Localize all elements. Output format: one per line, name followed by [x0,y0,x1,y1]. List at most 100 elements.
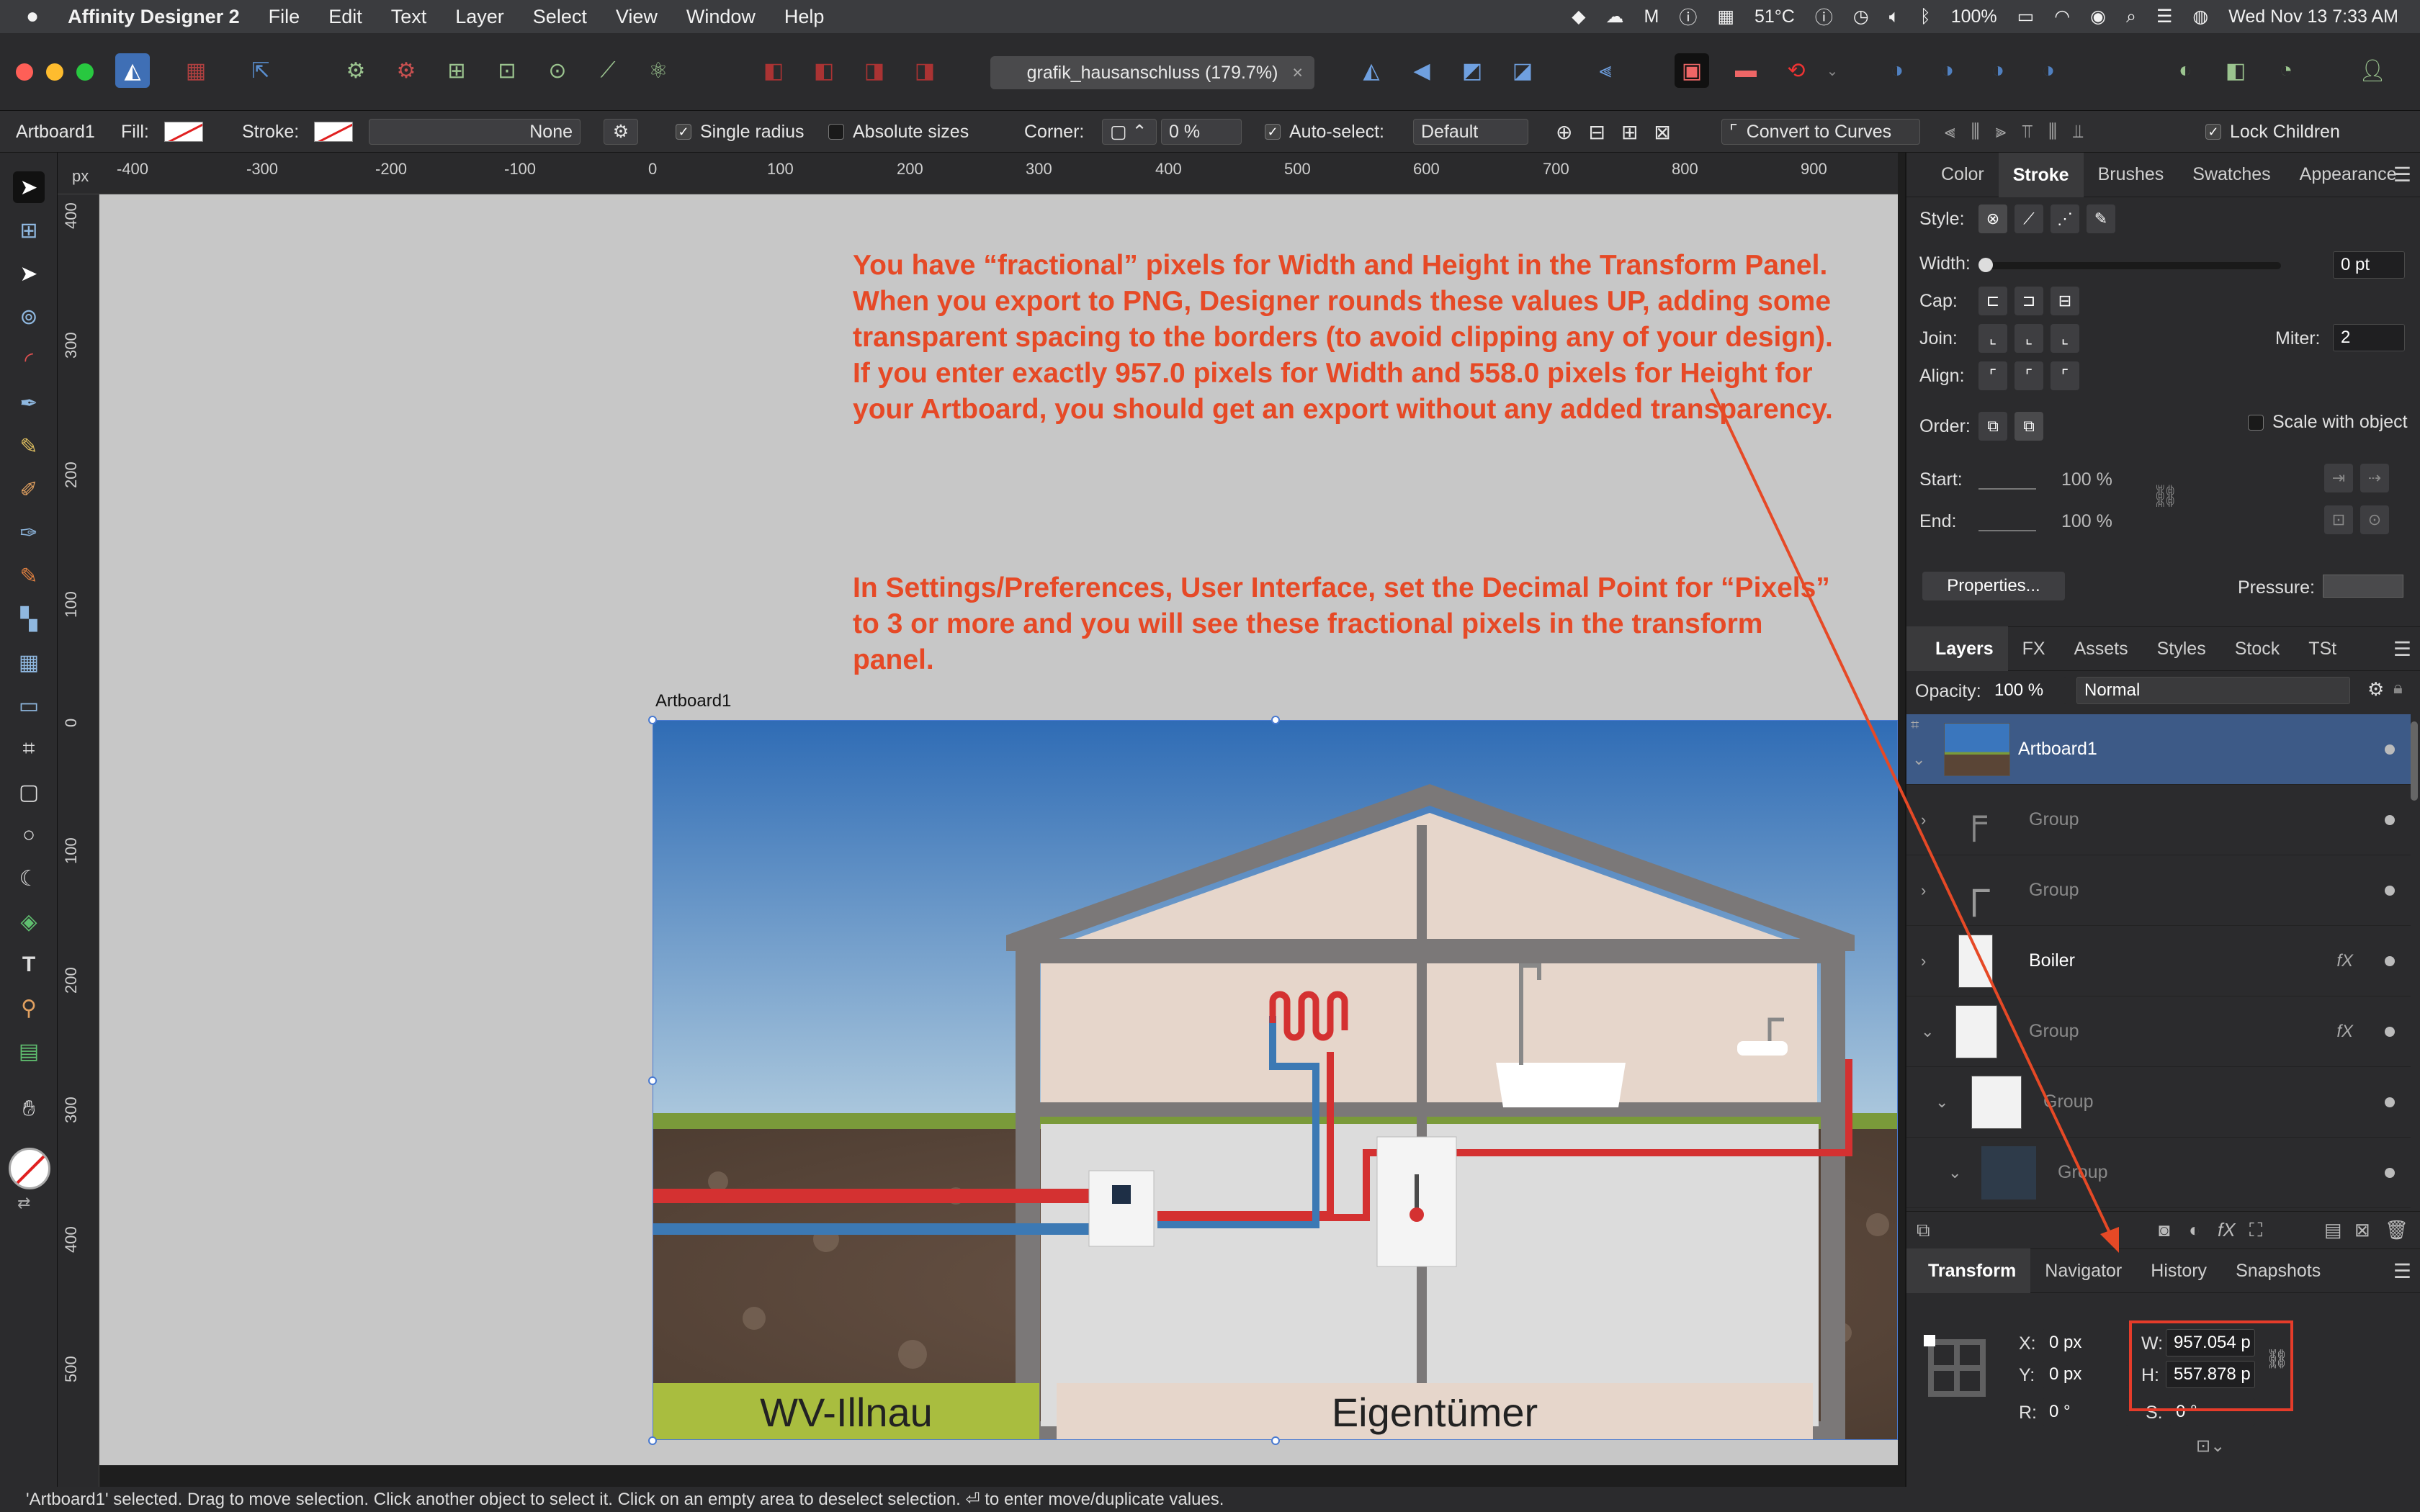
properties-button[interactable]: Properties... [1922,572,2065,600]
opacity-field[interactable]: 100 % [1987,677,2066,704]
artboard-label[interactable]: Artboard1 [655,691,731,711]
transform-separately-icon[interactable]: ⊞ [1621,120,1638,144]
delete-layer-icon[interactable]: 🗑︎ [2385,1219,2408,1241]
pixel-persona-icon[interactable]: ▦ [179,53,213,88]
shape-builder-icon[interactable]: ◈ [13,906,45,937]
rotate-right-icon[interactable]: ◪ [1505,53,1540,88]
tab-swatches[interactable]: Swatches [2178,164,2285,185]
layer-scrollbar[interactable] [2411,721,2418,801]
datetime-text[interactable]: Wed Nov 13 7:33 AM [2228,6,2398,27]
layer-visibility-icon[interactable] [2385,955,2395,966]
arrow-placement-icon[interactable]: ⊡ [2324,505,2353,534]
document-tab-close-icon[interactable]: × [1292,63,1303,84]
tab-assets[interactable]: Assets [2060,639,2143,660]
blend-mode-dropdown[interactable]: Normal [2076,677,2350,704]
stroke-settings-icon[interactable]: ⚙ [604,119,638,145]
flip-horizontal-icon[interactable]: ◭ [1354,53,1389,88]
tab-snapshots[interactable]: Snapshots [2221,1261,2335,1282]
width-field[interactable]: 0 pt [2333,251,2405,279]
menu-file[interactable]: File [269,6,300,28]
tab-history[interactable]: History [2136,1261,2221,1282]
r-field[interactable]: 0 ° [2042,1398,2128,1426]
temperature-text[interactable]: 51°C [1754,6,1795,27]
layer-expand-icon[interactable]: › [1921,881,1926,900]
apple-icon[interactable]: ● [26,4,39,29]
cap-square-icon[interactable]: ⊟ [2051,287,2079,315]
fill-swatch[interactable] [164,122,203,142]
transform-grid-icon[interactable]: ⊠ [1654,120,1670,144]
start-scale[interactable]: 100 % [2061,469,2112,490]
align-top-icon[interactable]: ⫪ [2022,120,2033,143]
tab-transform[interactable]: Transform [1906,1248,2031,1293]
layer-visibility-icon[interactable] [2385,885,2395,896]
convert-to-curves-button[interactable]: ⌜ Convert to Curves [1721,119,1920,145]
transform-panel-menu-icon[interactable]: ☰ [2393,1259,2411,1283]
lock-children-checkbox[interactable]: ✓ [2205,124,2221,140]
single-radius-checkbox[interactable]: ✓ [676,124,691,140]
x-field[interactable]: 0 px [2042,1329,2128,1356]
absolute-sizes-checkbox[interactable] [828,124,844,140]
layer-visibility-icon[interactable] [2385,1097,2395,1107]
preferences-icon[interactable]: ⚙ [389,53,424,88]
minimize-window-button[interactable] [46,63,63,81]
pressure-graph[interactable] [2323,575,2403,598]
tab-appearance[interactable]: Appearance [2285,164,2411,185]
selection-handle[interactable] [648,1436,657,1445]
join-miter-icon[interactable]: ⌞ [1978,324,2007,353]
snap-icon[interactable]: ⊞ [439,53,474,88]
boolean-subtract-icon[interactable]: ▬ [1729,53,1763,88]
stroke-style-dropdown[interactable]: None [369,119,581,145]
paint-brush-icon[interactable]: ✎ [13,560,45,592]
move-tool-icon[interactable]: ➤ [13,171,45,203]
time-machine-icon[interactable]: ◷ [1853,6,1869,27]
arrow-placement-icon-2[interactable]: ⊙ [2360,505,2389,534]
snap-lines-icon[interactable]: ⟋ [591,53,625,88]
layer-fx-icon[interactable]: fX [2336,1022,2353,1042]
align-inside-stroke-icon[interactable]: ⌜ [2015,361,2043,390]
fill-tool-icon[interactable]: ✑ [13,517,45,549]
layer-visibility-icon[interactable] [2385,1167,2395,1178]
canvas-area[interactable]: You have “fractional” pixels for Width a… [99,194,1898,1465]
menu-window[interactable]: Window [686,6,756,28]
add-group-icon[interactable]: ⊠ [2354,1219,2370,1241]
width-slider[interactable] [1978,262,2281,269]
snap-grid-icon[interactable]: ⚛ [641,53,676,88]
scale-with-object-checkbox[interactable] [2248,415,2264,431]
volume-icon[interactable]: 🔈︎ [1889,6,1900,27]
crescent-tool-icon[interactable]: ☾ [13,863,45,894]
tab-layers[interactable]: Layers [1906,626,2008,671]
transform-objects-icon[interactable]: ⊟ [1588,120,1605,144]
hand-tool-icon[interactable]: ✋︎ [13,1093,45,1125]
arrange-forward-icon[interactable]: ◨ [857,53,892,88]
layer-row-group[interactable]: › ╒ Group [1906,785,2411,855]
layer-collapse-icon[interactable]: ⌄ [1912,750,1925,769]
flip-vertical-icon[interactable]: ◀ [1404,53,1439,88]
auto-select-checkbox[interactable]: ✓ [1265,124,1281,140]
menu-help[interactable]: Help [784,6,825,28]
designer-persona-icon[interactable]: ◭ [115,53,150,88]
arrange-front-icon[interactable]: ◨ [908,53,942,88]
geometry-icon-1[interactable]: ◑ [1880,53,1914,88]
close-window-button[interactable] [16,63,33,81]
cloud-icon[interactable]: ☁ [1606,6,1624,27]
battery-text[interactable]: 100% [1951,6,1997,27]
end-scale[interactable]: 100 % [2061,511,2112,532]
align-center-stroke-icon[interactable]: ⌜ [1978,361,2007,390]
user-icon[interactable]: ◉ [2090,6,2106,27]
layers-panel-menu-icon[interactable]: ☰ [2393,637,2411,661]
zoom-window-button[interactable] [76,63,94,81]
menu-layer[interactable]: Layer [455,6,504,28]
slice-tool-icon[interactable]: ▤ [13,1035,45,1067]
add-mask-icon[interactable]: ◙ [2159,1219,2170,1241]
account-icon[interactable]: 👤︎ [2355,53,2390,88]
layer-settings-icon[interactable]: ⚙ [2367,678,2384,701]
swap-colors-icon[interactable]: ⇄ [17,1194,30,1212]
menu-view[interactable]: View [616,6,658,28]
anchor-point-selector[interactable] [1928,1339,1986,1397]
order-behind-icon[interactable]: ⧉ [1978,412,2007,441]
selection-handle[interactable] [1271,716,1280,724]
transparency-tool-icon[interactable]: ▦ [13,647,45,678]
start-arrowhead-dropdown[interactable] [1978,464,2036,490]
malwarebytes-icon[interactable]: M [1644,6,1659,27]
layer-fx-icon[interactable]: fX [2336,951,2353,971]
